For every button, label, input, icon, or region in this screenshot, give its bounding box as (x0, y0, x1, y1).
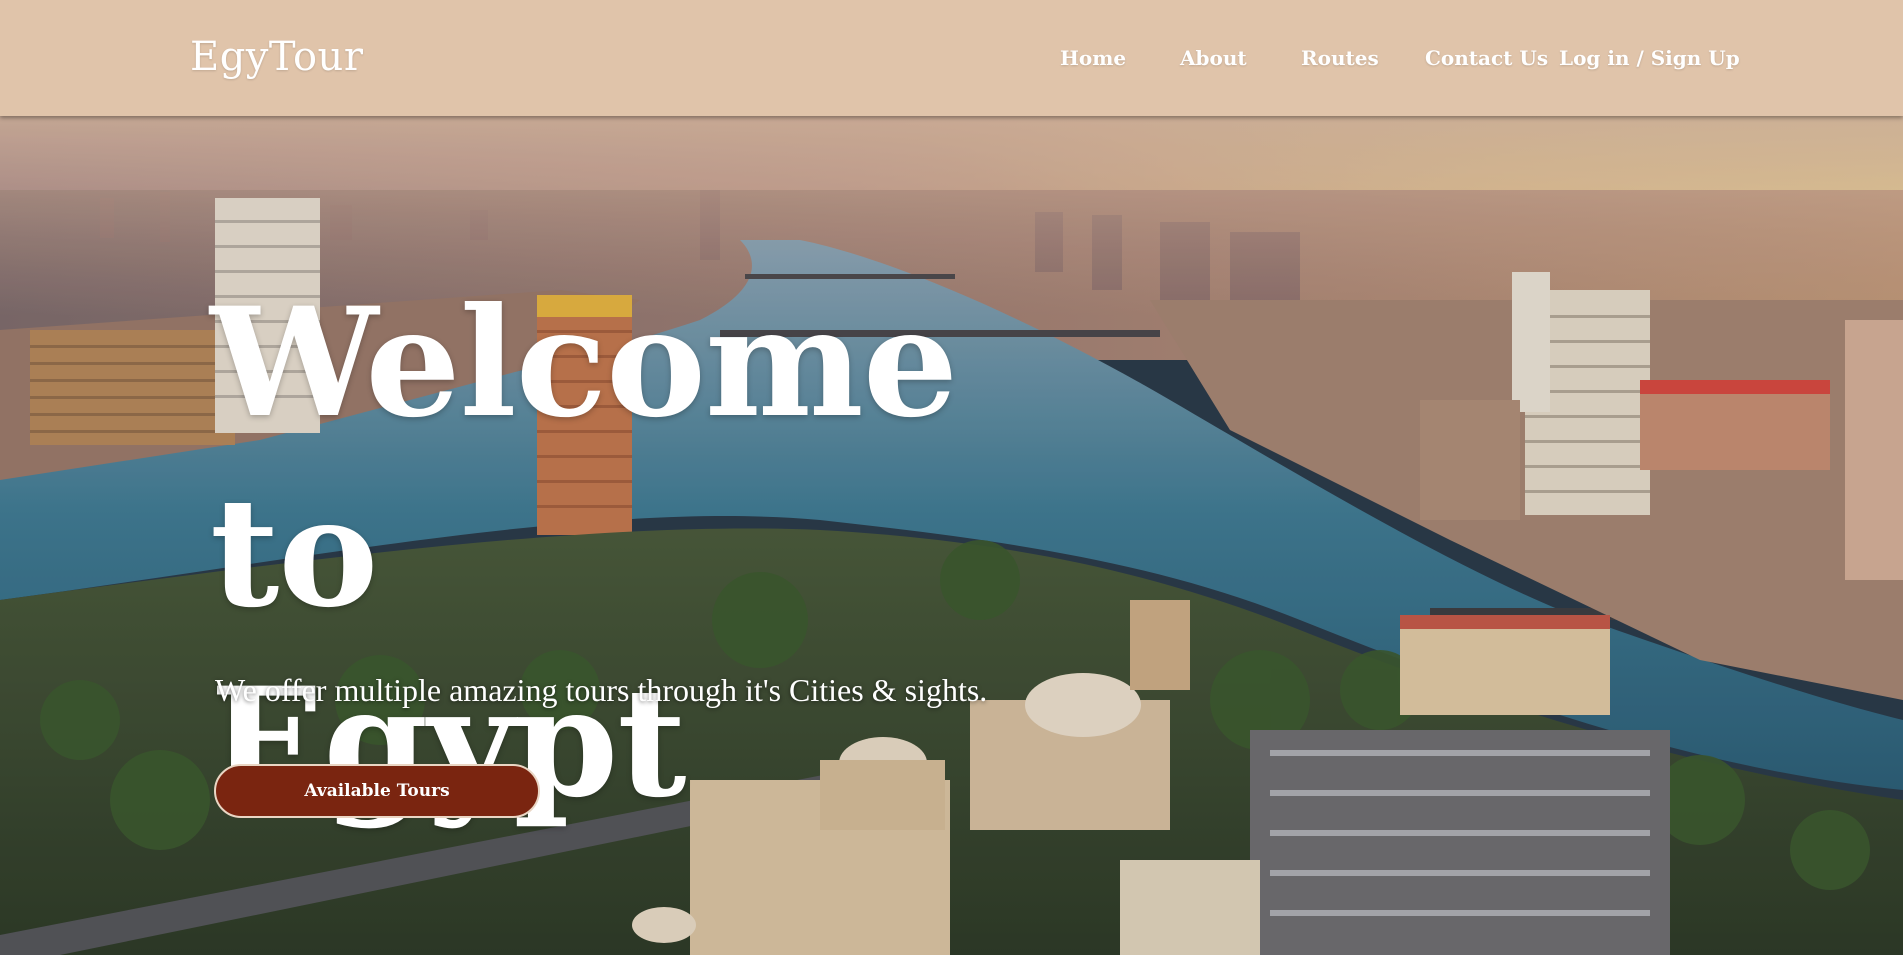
hero-title: Welcome to Egypt (210, 268, 1110, 838)
hero-subtitle: We offer multiple amazing tours through … (215, 672, 988, 708)
nav-link-about[interactable]: About (1180, 46, 1247, 70)
nav-link-login-signup[interactable]: Log in / Sign Up (1559, 46, 1740, 70)
nav-link-contact-us[interactable]: Contact Us (1425, 46, 1548, 70)
navbar: EgyTour Home About Routes Contact Us Log… (0, 0, 1903, 116)
available-tours-button[interactable]: Available Tours (214, 764, 540, 818)
brand-logo[interactable]: EgyTour (190, 34, 363, 80)
nav-link-routes[interactable]: Routes (1301, 46, 1379, 70)
nav-link-home[interactable]: Home (1060, 46, 1126, 70)
page: EgyTour Home About Routes Contact Us Log… (0, 0, 1903, 955)
hero-title-line-1: Welcome to (210, 275, 958, 641)
